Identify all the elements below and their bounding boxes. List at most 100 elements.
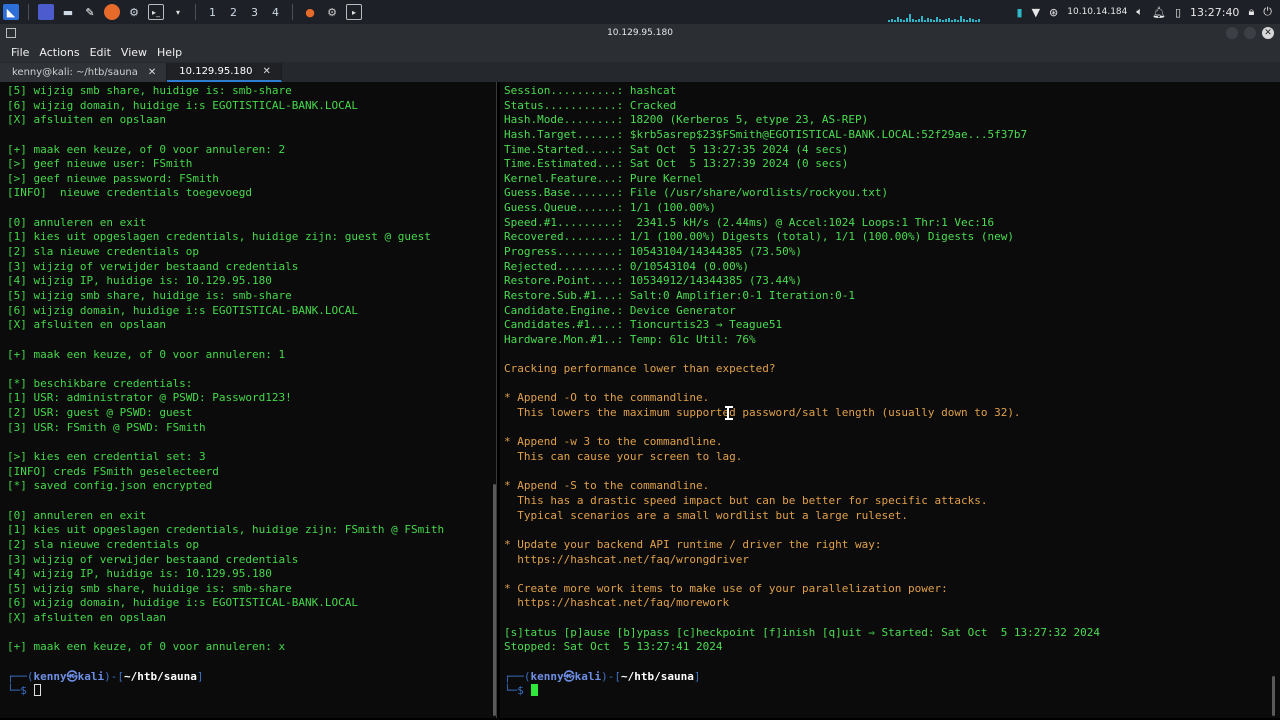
terminal-line: [1] USR: administrator @ PSWD: Password1…	[7, 391, 292, 405]
terminal-line: Hardware.Mon.#1..: Temp: 61c Util: 76%	[504, 332, 756, 346]
workspace-1[interactable]: 1	[202, 6, 223, 19]
firefox-icon[interactable]	[104, 4, 120, 20]
prompt-close: ]	[693, 669, 701, 683]
terminal-line: Kernel.Feature...: Pure Kernel	[504, 171, 703, 185]
terminal-line: Recovered........: 1/1 (100.00%) Digests…	[504, 230, 1014, 244]
network-graph-bar	[939, 19, 941, 22]
prompt-input-line[interactable]: └─$	[504, 684, 1280, 699]
volume-icon[interactable]: 🔈︎	[1136, 5, 1143, 19]
vpn-ip-label: 10.10.14.184	[1067, 7, 1128, 17]
right-scrollbar[interactable]	[1272, 676, 1275, 716]
close-tab-icon[interactable]: ✕	[262, 66, 270, 77]
vpn-icon[interactable]: ⊛	[1049, 6, 1058, 19]
network-graph-bar	[963, 19, 965, 22]
battery-icon[interactable]: ▯	[1175, 6, 1181, 19]
terminal-line: Status...........: Cracked	[504, 98, 677, 112]
network-graph-bar	[960, 16, 962, 22]
window-indicator-icon[interactable]: ▮	[1017, 6, 1023, 19]
notification-icon[interactable]: 🔔︎	[1152, 6, 1166, 19]
network-graph-bar	[918, 19, 920, 22]
network-graph-bar	[942, 20, 944, 22]
network-graph-bar	[894, 20, 896, 22]
terminal-line: [5] wijzig smb share, huidige is: smb-sh…	[7, 288, 292, 302]
terminal-line: [5] wijzig smb share, huidige is: smb-sh…	[7, 581, 292, 595]
terminal-line: [6] wijzig domain, huidige i:s EGOTISTIC…	[7, 303, 358, 317]
dropdown-icon[interactable]: ▾	[170, 4, 186, 20]
terminal-line: [X] afsluiten en opslaan	[7, 318, 166, 332]
task-terminal-icon[interactable]: ▸	[346, 4, 362, 20]
close-tab-icon[interactable]: ✕	[148, 67, 156, 78]
menubar: File Actions Edit View Help	[0, 42, 1280, 62]
menu-file[interactable]: File	[6, 46, 34, 59]
tab-remote-terminal[interactable]: 10.129.95.180 ✕	[167, 63, 282, 82]
left-terminal-pane[interactable]: [5] wijzig smb share, huidige is: smb-sh…	[0, 82, 497, 718]
network-graph-bar	[906, 18, 908, 22]
terminal-line: [6] wijzig domain, huidige i:s EGOTISTIC…	[7, 596, 358, 610]
terminal-line: Progress.........: 10543104/14344385 (73…	[504, 245, 803, 259]
menu-view[interactable]: View	[116, 46, 152, 59]
network-graph-bar	[888, 20, 890, 22]
prompt-open: ┌──(	[504, 669, 531, 683]
prompt-mid: )-[	[104, 669, 124, 683]
workspace-3[interactable]: 3	[244, 6, 265, 19]
terminal-line: Candidate.Engine.: Device Generator	[504, 303, 736, 317]
terminal-line: [5] wijzig smb share, huidige is: smb-sh…	[7, 84, 292, 97]
clock[interactable]: 13:27:40	[1190, 6, 1239, 19]
task-settings-icon[interactable]: ⚙	[324, 4, 340, 20]
tab-local-terminal[interactable]: kenny@kali: ~/htb/sauna ✕	[0, 63, 168, 82]
menu-help[interactable]: Help	[152, 46, 187, 59]
terminal-line: [3] USR: FSmith @ PSWD: FSmith	[7, 420, 206, 434]
menu-actions[interactable]: Actions	[34, 46, 84, 59]
workspace-4[interactable]: 4	[265, 6, 286, 19]
right-terminal-pane[interactable]: Session..........: hashcat Status........…	[500, 82, 1280, 718]
terminal-line: This has a drastic speed impact but can …	[504, 493, 988, 507]
terminal-line: * Create more work items to make use of …	[504, 581, 948, 595]
close-button[interactable]: ✕	[1262, 27, 1274, 39]
tab-label: kenny@kali: ~/htb/sauna	[12, 67, 138, 78]
terminal-icon[interactable]: ▸_	[148, 4, 164, 20]
terminal-cursor	[530, 684, 538, 697]
wifi-icon[interactable]: ▼	[1032, 6, 1040, 19]
desktop-icon[interactable]	[38, 4, 54, 20]
workspace-2[interactable]: 2	[223, 6, 244, 19]
terminal-line: [1] kies uit opgeslagen credentials, hui…	[7, 230, 431, 244]
system-tray: ▮ ▼ ⊛ 10.10.14.184 🔈︎ 🔔︎ ▯ 13:27:40 🔒︎ ⏻	[1017, 0, 1280, 24]
terminal-line: [3] wijzig of verwijder bestaand credent…	[7, 259, 299, 273]
prompt-input-line[interactable]: └─$	[7, 684, 496, 699]
menu-edit[interactable]: Edit	[85, 46, 116, 59]
terminal-line: [>] geef nieuwe user: FSmith	[7, 157, 193, 171]
terminal-line: Session..........: hashcat	[504, 84, 677, 97]
files-icon[interactable]: ▬	[60, 4, 76, 20]
network-graph-bar	[909, 14, 911, 22]
maximize-button[interactable]	[1244, 27, 1256, 39]
terminal-line: [2] sla nieuwe credentials op	[7, 537, 200, 551]
terminal-line: Hash.Target......: $krb5asrep$23$FSmith@…	[504, 127, 1028, 141]
window-icon	[6, 28, 16, 38]
network-graph-bar	[891, 19, 893, 22]
terminal-line: [4] wijzig IP, huidige is: 10.129.95.180	[7, 567, 272, 581]
minimize-button[interactable]	[1226, 27, 1238, 39]
terminal-line: Restore.Sub.#1...: Salt:0 Amplifier:0-1 …	[504, 288, 855, 302]
kali-menu-icon[interactable]: ◣	[3, 4, 19, 20]
task-firefox-icon[interactable]: ●	[302, 4, 318, 20]
left-scrollbar[interactable]	[493, 484, 496, 716]
terminal-line: * Append -O to the commandline.	[504, 391, 710, 405]
terminal-cursor	[33, 684, 41, 697]
network-graph-bar	[912, 19, 914, 22]
text-cursor-icon	[725, 406, 733, 420]
panel-separator	[292, 4, 293, 20]
network-graph-bar	[969, 18, 971, 22]
lock-icon[interactable]: 🔒︎	[1248, 5, 1254, 19]
power-icon[interactable]: ⏻	[1263, 5, 1272, 19]
window-buttons: ✕	[1226, 27, 1274, 39]
text-editor-icon[interactable]: ✎	[82, 4, 98, 20]
settings-icon[interactable]: ⚙	[126, 4, 142, 20]
window-titlebar[interactable]: 10.129.95.180 ✕	[0, 24, 1280, 42]
